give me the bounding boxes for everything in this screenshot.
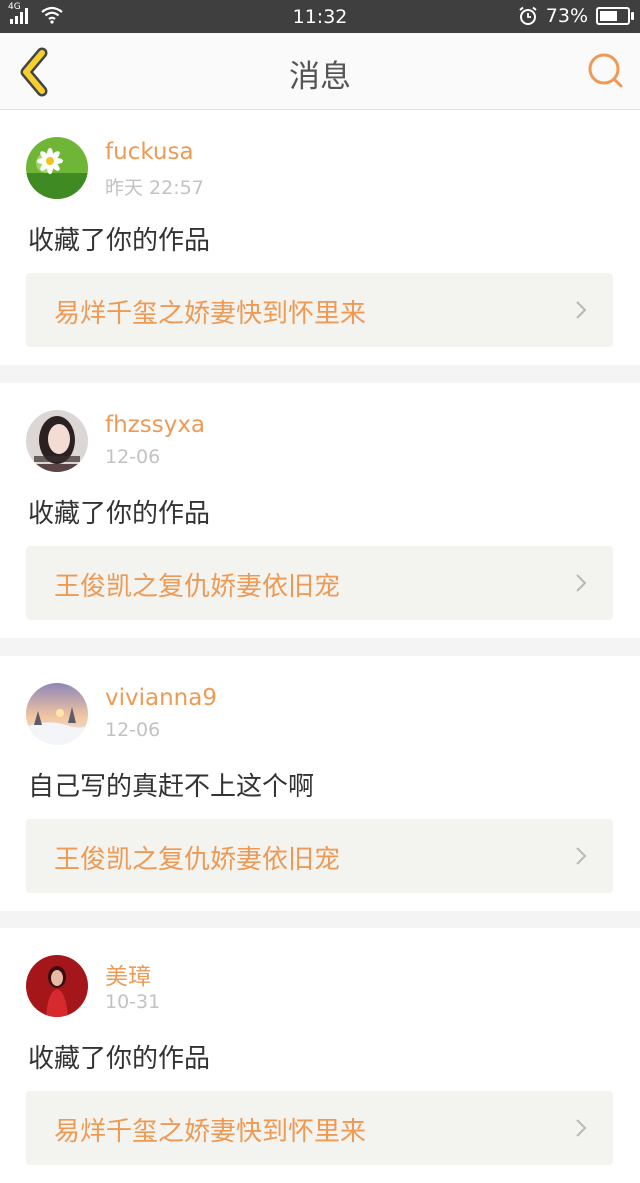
search-button[interactable] [586, 51, 626, 91]
chevron-right-icon [576, 574, 587, 592]
message-text: 自己写的真赶不上这个啊 [28, 772, 315, 802]
search-icon [588, 53, 623, 88]
work-link[interactable]: 易烊千玺之娇妻快到怀里来 [26, 273, 613, 347]
alarm-icon [519, 6, 537, 25]
battery-level [600, 11, 617, 21]
work-link[interactable]: 王俊凯之复仇娇妻依旧宠 [26, 546, 613, 620]
message-text: 收藏了你的作品 [28, 1044, 211, 1074]
status-bar: 4G 11:32 73% [0, 0, 640, 33]
message-time: 10-31 [105, 991, 161, 1013]
message-text: 收藏了你的作品 [28, 499, 211, 529]
username-link[interactable]: fhzssyxa [105, 412, 205, 438]
username-link[interactable]: vivianna9 [105, 685, 217, 711]
username-link[interactable]: fuckusa [105, 139, 194, 165]
nav-header: 消息 [0, 33, 640, 110]
chevron-right-icon [576, 1119, 587, 1137]
page-title: 消息 [289, 59, 351, 95]
work-title: 王俊凯之复仇娇妻依旧宠 [54, 845, 341, 875]
message-card: 美璋 10-31 收藏了你的作品 易烊千玺之娇妻快到怀里来 [0, 928, 640, 1183]
work-title: 易烊千玺之娇妻快到怀里来 [54, 299, 367, 329]
status-right: 73% [518, 5, 634, 27]
message-time: 12-06 [105, 446, 161, 468]
avatar[interactable] [26, 955, 88, 1017]
chevron-right-icon [576, 301, 587, 319]
avatar[interactable] [26, 410, 88, 472]
chevron-right-icon [576, 847, 587, 865]
battery-icon [596, 7, 634, 25]
battery-percent: 73% [545, 5, 588, 27]
message-card: vivianna9 12-06 自己写的真赶不上这个啊 王俊凯之复仇娇妻依旧宠 [0, 656, 640, 911]
message-card: fuckusa 昨天 22:57 收藏了你的作品 易烊千玺之娇妻快到怀里来 [0, 110, 640, 365]
work-title: 王俊凯之复仇娇妻依旧宠 [54, 572, 341, 602]
work-link[interactable]: 王俊凯之复仇娇妻依旧宠 [26, 819, 613, 893]
avatar[interactable] [26, 137, 88, 199]
work-title: 易烊千玺之娇妻快到怀里来 [54, 1117, 367, 1147]
message-time: 昨天 22:57 [105, 177, 204, 199]
username-link[interactable]: 美璋 [105, 957, 151, 991]
message-time: 12-06 [105, 719, 161, 741]
message-card: fhzssyxa 12-06 收藏了你的作品 王俊凯之复仇娇妻依旧宠 [0, 383, 640, 638]
work-link[interactable]: 易烊千玺之娇妻快到怀里来 [26, 1091, 613, 1165]
avatar[interactable] [26, 683, 88, 745]
message-text: 收藏了你的作品 [28, 226, 211, 256]
